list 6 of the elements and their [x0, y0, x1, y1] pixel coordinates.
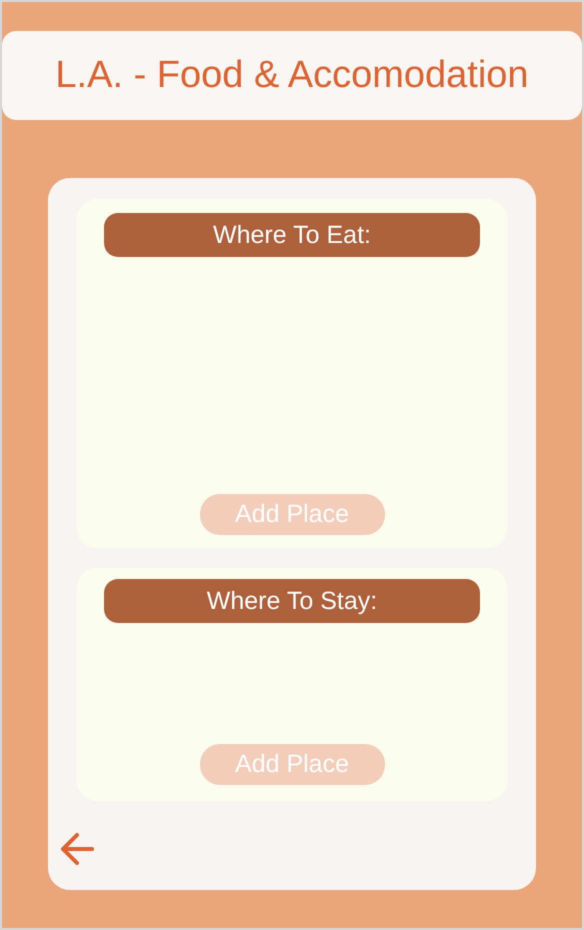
- add-place-button[interactable]: Add Place: [200, 744, 384, 785]
- section-heading: Where To Stay:: [104, 579, 480, 623]
- back-arrow-icon[interactable]: [60, 832, 94, 866]
- add-place-button[interactable]: Add Place: [200, 494, 384, 535]
- page-title: L.A. - Food & Accomodation: [55, 54, 529, 97]
- section-heading: Where To Eat:: [104, 213, 480, 257]
